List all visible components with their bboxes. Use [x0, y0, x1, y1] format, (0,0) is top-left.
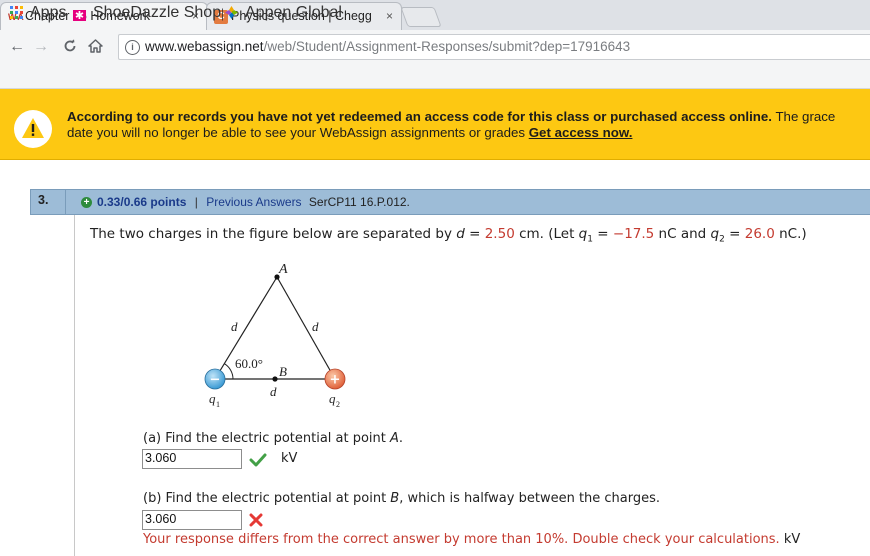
equals: =	[464, 226, 485, 242]
point-b-dot	[272, 376, 278, 382]
part-a-text: (a) Find the electric potential at point	[143, 431, 391, 446]
q2-value: 26.0	[744, 226, 775, 242]
var-q2: q	[710, 226, 720, 242]
var-q1: q	[578, 226, 588, 242]
feedback-text: Your response differs from the correct a…	[143, 532, 780, 547]
banner-message: According to our records you have not ye…	[67, 109, 870, 141]
address-bar[interactable]: i www.webassign.net/web/Student/Assignme…	[118, 34, 870, 60]
url-host: www.webassign.net	[145, 39, 264, 54]
warning-icon	[14, 110, 52, 148]
expand-plus-icon[interactable]: +	[81, 197, 92, 208]
d-unit: cm.	[514, 226, 544, 242]
banner-text-rest: The grace	[771, 109, 836, 124]
bookmark-label: Appen Global	[245, 4, 342, 21]
equals: =	[724, 226, 745, 242]
bookmark-appen-global[interactable]: Appen Global	[225, 5, 342, 21]
new-tab-button[interactable]	[400, 7, 442, 27]
q2-unit: nC.)	[774, 226, 807, 242]
part-a-prompt: (a) Find the electric potential at point…	[143, 431, 403, 446]
charges-triangle-figure: A B d d d 60.0° − + q 1 q 2	[204, 262, 346, 409]
site-info-icon[interactable]: i	[125, 40, 140, 55]
close-tab-icon[interactable]: ×	[386, 3, 393, 30]
angle-arc	[224, 363, 234, 380]
part-b-end: , which is halfway between the charges.	[399, 491, 661, 506]
get-access-link[interactable]: Get access now.	[529, 125, 633, 140]
label-d-right: d	[312, 319, 319, 334]
label-q2: q	[329, 391, 336, 406]
part-a-unit: kV	[281, 451, 298, 466]
label-q1-subscript: 1	[216, 400, 220, 409]
previous-answers-link[interactable]: Previous Answers	[206, 195, 301, 209]
equals: =	[592, 226, 613, 242]
bookmark-apps[interactable]: Apps	[10, 5, 66, 21]
appen-icon	[225, 6, 238, 19]
url-path: /web/Student/Assignment-Responses/submit…	[263, 39, 631, 54]
apps-grid-icon	[10, 6, 23, 19]
points-score: 0.33/0.66 points	[97, 195, 187, 209]
bookmark-label: Apps	[30, 4, 67, 21]
points-separator: |	[194, 195, 198, 209]
prompt-text: The two charges in the figure below are …	[90, 226, 457, 242]
label-d-bottom: d	[270, 384, 277, 399]
let-text: (Let	[543, 226, 579, 242]
label-q2-subscript: 2	[336, 400, 340, 409]
part-b-point: B	[390, 491, 400, 506]
minus-sign: −	[210, 373, 221, 388]
and-text: and	[676, 226, 711, 242]
d-value: 2.50	[484, 226, 515, 242]
part-b-text: (b) Find the electric potential at point	[143, 491, 391, 506]
home-icon[interactable]	[84, 33, 106, 61]
bookmark-label: ShoeDazzle Shopping	[93, 5, 223, 21]
label-d-left: d	[231, 319, 238, 334]
banner-bold-text: According to our records you have not ye…	[67, 109, 772, 124]
reload-icon[interactable]	[59, 33, 81, 61]
bookmarks-bar	[0, 64, 870, 89]
part-b-feedback: Your response differs from the correct a…	[143, 532, 800, 547]
part-a-point: A	[390, 431, 399, 446]
part-a-end: .	[398, 431, 404, 446]
forward-arrow-icon[interactable]: →	[30, 33, 52, 61]
incorrect-x-icon	[249, 513, 263, 527]
label-q1: q	[209, 391, 216, 406]
q1-unit: nC	[654, 226, 677, 242]
angle-label: 60.0°	[235, 356, 263, 371]
part-a-answer-input[interactable]: 3.060	[142, 449, 242, 469]
part-b-prompt: (b) Find the electric potential at point…	[143, 491, 660, 506]
label-a: A	[278, 262, 288, 277]
q1-value: −17.5	[612, 226, 655, 242]
label-b: B	[279, 364, 287, 379]
banner-text-line2: date you will no longer be able to see y…	[67, 125, 529, 140]
shoedazzle-icon: ✱	[73, 10, 86, 21]
question-points-info: 0.33/0.66 points | Previous Answers SerC…	[97, 195, 410, 209]
var-d: d	[456, 226, 465, 242]
correct-check-icon	[249, 453, 267, 467]
plus-sign: +	[330, 373, 341, 388]
bookmark-shoedazzle[interactable]: ✱ ShoeDazzle Shopping	[73, 5, 223, 21]
back-arrow-icon[interactable]: ←	[6, 33, 28, 61]
part-b-answer-input[interactable]: 3.060	[142, 510, 242, 530]
question-code: SerCP11 16.P.012.	[308, 195, 410, 209]
question-number: 3.	[38, 193, 49, 207]
part-b-unit: kV	[783, 532, 801, 547]
question-prompt: The two charges in the figure below are …	[90, 226, 807, 245]
header-divider	[65, 189, 66, 215]
